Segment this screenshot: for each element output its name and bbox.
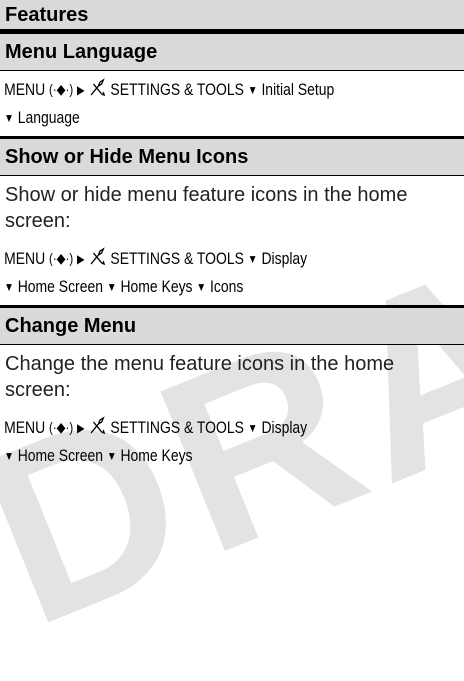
nav-key-icon: (·◆·)	[49, 81, 74, 97]
section-title-change-menu: Change Menu	[0, 308, 464, 344]
menu-path-item: Home Screen	[17, 277, 103, 296]
menu-path-item: Language	[17, 108, 80, 127]
feature-table: Features Menu Language MENU (·◆·) ▶ SETT…	[0, 0, 464, 526]
menu-path-item: Home Keys	[120, 446, 193, 465]
arrow-down-icon: ▼	[196, 280, 207, 294]
settings-tools-label: SETTINGS & TOOLS	[110, 249, 244, 268]
tools-icon	[90, 416, 106, 435]
arrow-down-icon: ▼	[106, 449, 117, 463]
menu-path-item: Home Keys	[120, 277, 193, 296]
arrow-right-icon: ▶	[77, 252, 85, 266]
nav-key-icon: (·◆·)	[49, 250, 74, 266]
menu-key-label: MENU	[4, 80, 46, 99]
menu-path-item: Home Screen	[17, 446, 103, 465]
arrow-down-icon: ▼	[4, 449, 14, 463]
menu-path-change: MENU (·◆·) ▶ SETTINGS & TOOLS ▼ Display …	[0, 409, 464, 474]
nav-key-icon: (·◆·)	[49, 419, 74, 435]
menu-path-item: Display	[261, 418, 308, 437]
arrow-down-icon: ▼	[4, 111, 14, 125]
menu-path-item: Display	[261, 249, 308, 268]
table-header: Features	[0, 0, 464, 34]
section-description: Change the menu feature icons in the hom…	[5, 353, 395, 401]
settings-tools-label: SETTINGS & TOOLS	[110, 80, 244, 99]
arrow-right-icon: ▶	[77, 421, 85, 435]
section-title-show-hide-icons: Show or Hide Menu Icons	[0, 139, 464, 175]
table-header-label: Features	[5, 4, 89, 26]
tools-icon	[90, 78, 106, 97]
arrow-down-icon: ▼	[247, 252, 258, 266]
menu-path-icons: MENU (·◆·) ▶ SETTINGS & TOOLS ▼ Display …	[0, 240, 464, 305]
section-title-menu-language: Menu Language	[0, 34, 464, 70]
arrow-down-icon: ▼	[247, 83, 258, 97]
tools-icon	[90, 247, 106, 266]
menu-path-language: MENU (·◆·) ▶ SETTINGS & TOOLS ▼ Initial …	[0, 71, 464, 136]
section-description: Show or hide menu feature icons in the h…	[5, 184, 408, 232]
arrow-right-icon: ▶	[77, 83, 85, 97]
arrow-down-icon: ▼	[4, 280, 14, 294]
menu-key-label: MENU	[4, 418, 46, 437]
settings-tools-label: SETTINGS & TOOLS	[110, 418, 244, 437]
arrow-down-icon: ▼	[247, 421, 258, 435]
arrow-down-icon: ▼	[106, 280, 117, 294]
menu-key-label: MENU	[4, 249, 46, 268]
menu-path-item: Icons	[210, 277, 244, 296]
menu-path-item: Initial Setup	[261, 80, 335, 99]
